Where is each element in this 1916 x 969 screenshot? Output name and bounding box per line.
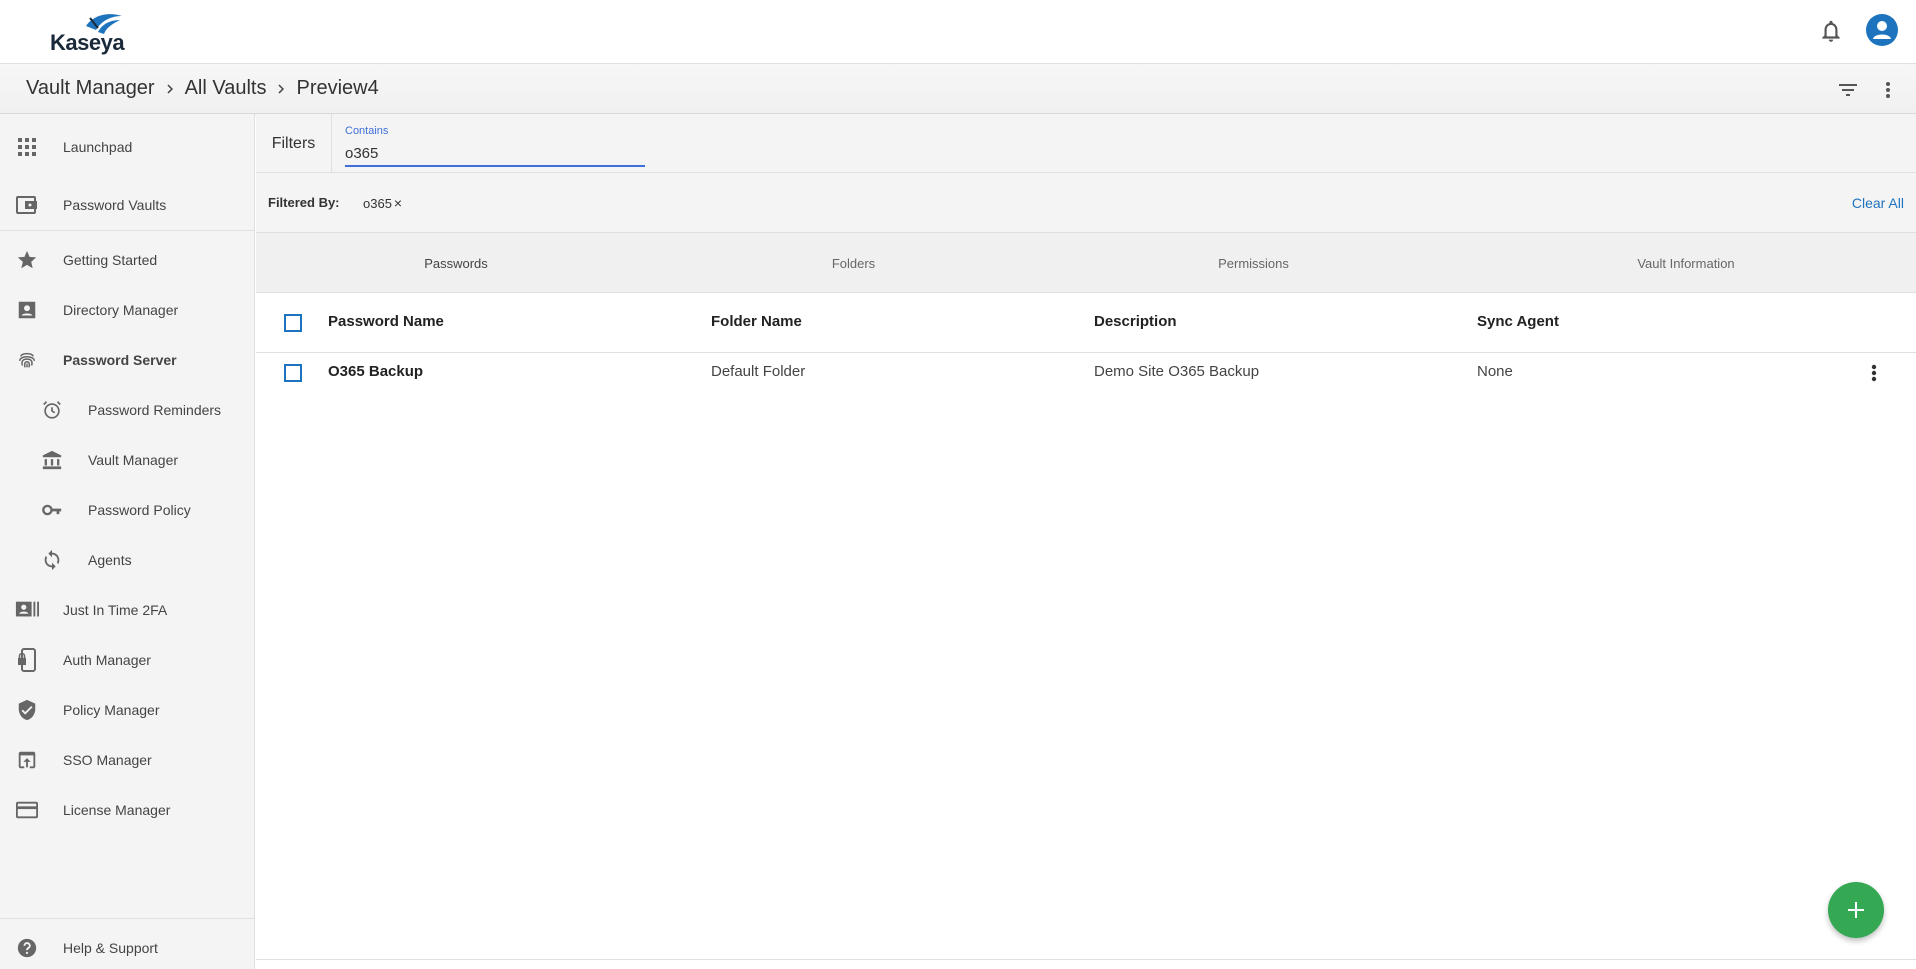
sync-agent-cell: None	[1477, 363, 1513, 380]
sidebar-item-label: Just In Time 2FA	[63, 602, 168, 618]
column-header-sync-agent[interactable]: Sync Agent	[1477, 313, 1559, 330]
contains-label: Contains	[345, 125, 389, 137]
sidebar-item-just-in-time-2fa[interactable]: Just In Time 2FA	[0, 590, 255, 630]
description-cell: Demo Site O365 Backup	[1094, 363, 1260, 380]
shield-check-icon	[15, 698, 39, 722]
credit-card-icon	[15, 798, 39, 822]
column-header-description[interactable]: Description	[1094, 313, 1177, 330]
password-name-cell[interactable]: O365 Backup	[328, 363, 423, 380]
table-row[interactable]: O365 Backup Default Folder Demo Site O36…	[256, 353, 1916, 393]
filters-bar: Filters Contains	[256, 114, 1916, 173]
badge-icon	[15, 598, 39, 622]
sidebar-item-agents[interactable]: Agents	[0, 540, 255, 580]
sidebar-item-label: Launchpad	[63, 139, 133, 155]
more-vert-icon[interactable]	[1880, 78, 1896, 102]
sidebar-item-label: Password Vaults	[63, 197, 167, 213]
column-header-folder-name[interactable]: Folder Name	[711, 313, 802, 330]
tab-folders[interactable]: Folders	[656, 233, 1051, 293]
sidebar-item-license-manager[interactable]: License Manager	[0, 790, 255, 830]
row-checkbox[interactable]	[284, 364, 302, 382]
sidebar-item-label: Directory Manager	[63, 302, 179, 318]
kaseya-logo[interactable]: Kaseya	[48, 12, 128, 55]
sidebar-item-label: Vault Manager	[88, 452, 179, 468]
sidebar-item-auth-manager[interactable]: Auth Manager	[0, 640, 255, 680]
chevron-right-icon	[278, 84, 285, 93]
sidebar-item-label: Password Server	[63, 352, 177, 368]
table-header: Password Name Folder Name Description Sy…	[256, 293, 1916, 353]
tab-permissions[interactable]: Permissions	[1051, 233, 1456, 293]
more-vert-icon[interactable]	[1866, 362, 1882, 384]
alarm-icon	[40, 398, 64, 422]
folder-name-cell: Default Folder	[711, 363, 806, 380]
sidebar-divider	[0, 918, 255, 919]
tab-bar: Passwords Folders Permissions Vault Info…	[256, 233, 1916, 293]
breadcrumb: Vault Manager All Vaults Preview4	[26, 77, 379, 100]
sidebar-item-label: Agents	[88, 552, 132, 568]
sidebar-divider	[0, 230, 255, 231]
plus-icon	[1848, 902, 1864, 918]
close-icon[interactable]: ×	[394, 195, 402, 211]
sidebar-item-launchpad[interactable]: Launchpad	[0, 127, 255, 167]
contact-card-icon	[15, 298, 39, 322]
sidebar-item-vault-manager[interactable]: Vault Manager	[0, 440, 255, 480]
open-in-browser-icon	[15, 748, 39, 772]
sidebar: Launchpad Password Vaults Getting Starte…	[0, 114, 255, 969]
bank-icon	[40, 448, 64, 472]
breadcrumb-all-vaults[interactable]: All Vaults	[185, 77, 267, 100]
sidebar-item-password-vaults[interactable]: Password Vaults	[0, 185, 255, 225]
user-icon	[1873, 21, 1891, 39]
sidebar-item-sso-manager[interactable]: SSO Manager	[0, 740, 255, 780]
sidebar-item-label: Policy Manager	[63, 702, 160, 718]
add-password-button[interactable]	[1828, 882, 1884, 938]
phone-lock-icon	[15, 648, 39, 672]
filter-chip-label: o365	[363, 195, 392, 211]
bell-icon[interactable]	[1818, 18, 1844, 44]
chevron-right-icon	[167, 84, 173, 93]
tab-vault-information[interactable]: Vault Information	[1456, 233, 1916, 293]
filters-label: Filters	[256, 114, 332, 173]
filtered-by-bar: Filtered By: o365 × Clear All	[256, 173, 1916, 233]
sidebar-item-label: License Manager	[63, 802, 171, 818]
sidebar-item-password-server[interactable]: Password Server	[0, 340, 255, 380]
breadcrumb-bar: Vault Manager All Vaults Preview4	[0, 64, 1916, 114]
fingerprint-icon	[15, 348, 39, 372]
main-content: Filters Contains Filtered By: o365 × Cle…	[256, 114, 1916, 969]
sidebar-item-help-support[interactable]: Help & Support	[0, 928, 255, 968]
filter-chip: o365 ×	[363, 195, 402, 211]
filter-icon[interactable]	[1836, 78, 1860, 102]
footer-divider	[256, 959, 1916, 960]
user-avatar[interactable]	[1866, 14, 1898, 46]
star-icon	[15, 248, 39, 272]
sidebar-item-label: SSO Manager	[63, 752, 152, 768]
contains-input[interactable]	[345, 141, 645, 167]
clear-all-link[interactable]: Clear All	[1852, 195, 1904, 211]
sidebar-item-label: Password Policy	[88, 502, 191, 518]
sync-icon	[40, 548, 64, 572]
grid-icon	[15, 135, 39, 159]
select-all-checkbox[interactable]	[284, 314, 302, 332]
sidebar-item-policy-manager[interactable]: Policy Manager	[0, 690, 255, 730]
sidebar-item-password-policy[interactable]: Password Policy	[0, 490, 255, 530]
sidebar-item-label: Password Reminders	[88, 402, 222, 418]
key-icon	[40, 498, 64, 522]
sidebar-item-label: Getting Started	[63, 252, 158, 268]
logo-text: Kaseya	[50, 30, 125, 55]
wallet-icon	[15, 193, 39, 217]
tab-passwords[interactable]: Passwords	[256, 233, 656, 293]
sidebar-item-getting-started[interactable]: Getting Started	[0, 240, 255, 280]
sidebar-item-password-reminders[interactable]: Password Reminders	[0, 390, 255, 430]
top-bar: Kaseya	[0, 0, 1916, 64]
column-header-password-name[interactable]: Password Name	[328, 313, 444, 330]
breadcrumb-vault-manager[interactable]: Vault Manager	[26, 77, 155, 100]
sidebar-item-label: Help & Support	[63, 940, 158, 956]
sidebar-item-directory-manager[interactable]: Directory Manager	[0, 290, 255, 330]
help-icon	[15, 936, 39, 960]
sidebar-item-label: Auth Manager	[63, 652, 151, 668]
filtered-by-label: Filtered By:	[268, 195, 340, 210]
breadcrumb-current: Preview4	[296, 77, 379, 99]
